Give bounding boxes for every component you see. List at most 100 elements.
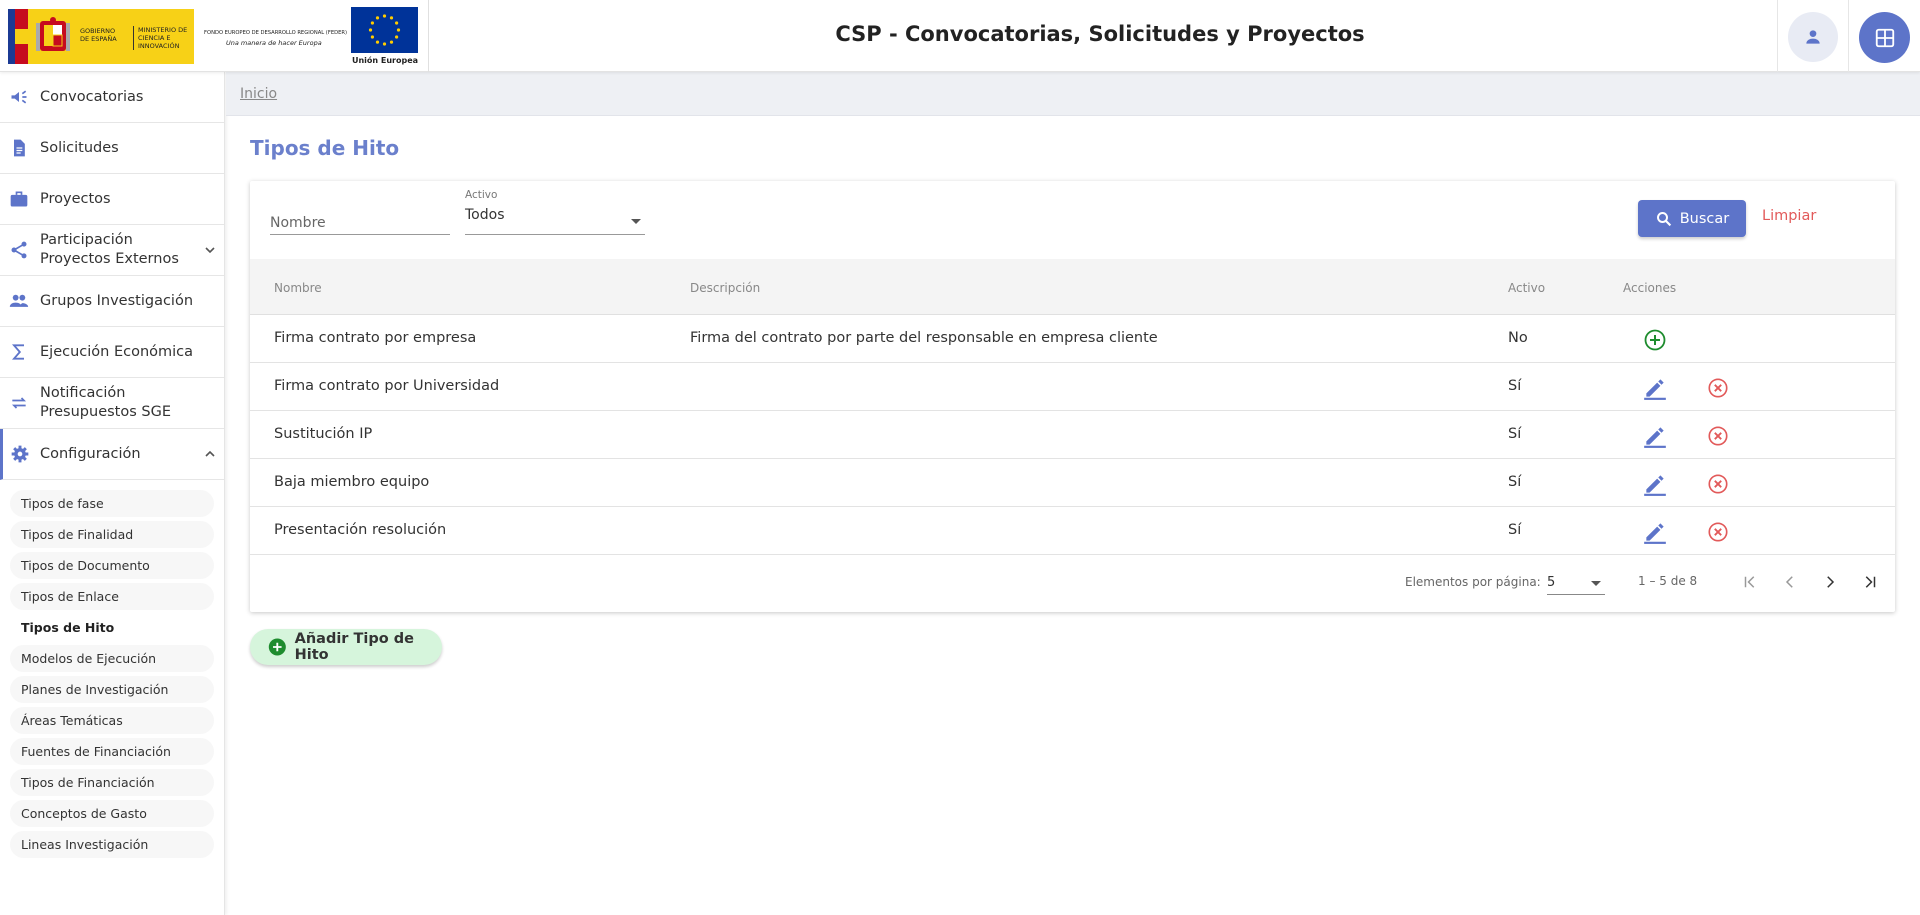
submenu-item-tipos-hito[interactable]: Tipos de Hito [10,614,214,641]
gear-icon [11,445,29,463]
apps-menu-button[interactable] [1859,12,1910,63]
pencil-icon [1644,523,1666,544]
briefcase-icon [10,191,28,207]
add-circle-icon [268,638,286,656]
sidebar-item-participacion[interactable]: Participación Proyectos Externos [0,225,224,276]
page-range-label: 1 – 5 de 8 [1638,574,1698,588]
first-page-icon [1744,576,1755,588]
next-page-button[interactable] [1816,567,1844,597]
sidebar-item-label: Proyectos [40,191,111,207]
sidebar-item-ejecucion[interactable]: Ejecución Económica [0,327,224,378]
feder-line-1: FONDO EUROPEO DE DESARROLLO REGIONAL (FE… [204,30,347,36]
feder-line-2: Una manera de hacer Europa [226,39,322,47]
last-page-icon [1865,576,1876,588]
sidebar-item-notificacion[interactable]: Notificación Presupuestos SGE [0,378,224,429]
pencil-icon [1644,475,1666,496]
items-per-page-label: Elementos por página: [1405,575,1541,589]
user-menu-button[interactable] [1788,12,1838,62]
cell-activo: No [1508,330,1528,346]
eu-flag-icon [351,7,418,53]
gobierno-text: GOBIERNO DE ESPAÑA [80,27,117,43]
edit-button[interactable] [1642,375,1668,401]
submenu-item-conceptos-gasto[interactable]: Conceptos de Gasto [10,800,214,827]
submenu-item-modelos-ejecucion[interactable]: Modelos de Ejecución [10,645,214,672]
page-size-value: 5 [1547,575,1556,590]
coat-of-arms-icon [36,17,70,51]
edit-button[interactable] [1642,423,1668,449]
sidebar-item-grupos[interactable]: Grupos Investigación [0,276,224,327]
cell-nombre: Baja miembro equipo [274,474,430,490]
deactivate-button[interactable] [1705,375,1731,401]
sidebar-item-label: Notificación Presupuestos SGE [40,385,171,420]
sidebar-item-label: Convocatorias [40,89,144,105]
breadcrumb-inicio[interactable]: Inicio [240,86,277,102]
cell-activo: Sí [1508,426,1522,442]
submenu-item-areas-tematicas[interactable]: Áreas Temáticas [10,707,214,734]
spain-flag-icon [8,9,28,64]
limpiar-button[interactable]: Limpiar [1762,208,1816,224]
page-size-select[interactable]: 5 [1547,571,1605,595]
app-title: CSP - Convocatorias, Solicitudes y Proye… [835,22,1365,46]
share-icon [11,241,27,259]
sidebar-item-solicitudes[interactable]: Solicitudes [0,123,224,174]
sidebar-item-configuracion[interactable]: Configuración [0,429,224,480]
cell-descripcion: Firma del contrato por parte del respons… [690,330,1158,346]
results-card: Activo Todos Buscar Limpiar Nombre Descr… [250,181,1895,612]
search-icon [1656,211,1671,226]
feder-logo: FONDO EUROPEO DE DESARROLLO REGIONAL (FE… [204,30,347,47]
nombre-input[interactable] [270,205,450,231]
cancel-circle-icon [1708,522,1728,542]
sidebar: Convocatorias Solicitudes Proyectos Part… [0,72,225,915]
cell-activo: Sí [1508,522,1522,538]
submenu-item-tipos-documento[interactable]: Tipos de Documento [10,552,214,579]
header-separator [1777,0,1778,72]
table-row: Firma contrato por Universidad Sí [250,363,1895,411]
cell-activo: Sí [1508,378,1522,394]
page-title: Tipos de Hito [250,136,400,160]
eu-label: Unión Europea [351,56,419,65]
deactivate-button[interactable] [1705,471,1731,497]
deactivate-button[interactable] [1705,519,1731,545]
buscar-button[interactable]: Buscar [1638,200,1746,237]
megaphone-icon [11,90,27,104]
breadcrumb-bar: Inicio [226,72,1920,116]
add-button-label: Añadir Tipo de Hito [294,631,414,663]
table-row: Baja miembro equipo Sí [250,459,1895,507]
app-header: GOBIERNO DE ESPAÑA MINISTERIO DE CIENCIA… [0,0,1920,72]
submenu-item-planes-investigacion[interactable]: Planes de Investigación [10,676,214,703]
activo-label: Activo [465,189,498,201]
sidebar-item-label: Configuración [40,446,141,462]
deactivate-button[interactable] [1705,423,1731,449]
chevron-up-icon [205,450,215,457]
edit-button[interactable] [1642,519,1668,545]
sigma-icon [11,344,24,360]
header-divider [428,0,429,72]
chevron-down-icon [205,247,215,254]
submenu-item-lineas-investigacion[interactable]: Lineas Investigación [10,831,214,858]
submenu-item-tipos-finalidad[interactable]: Tipos de Finalidad [10,521,214,548]
pencil-icon [1644,379,1666,400]
previous-page-button[interactable] [1776,567,1804,597]
person-icon [1806,30,1820,44]
last-page-button[interactable] [1856,567,1884,597]
column-header-activo[interactable]: Activo [1508,281,1545,295]
dropdown-arrow-icon [1591,581,1601,586]
sidebar-item-convocatorias[interactable]: Convocatorias [0,72,224,123]
activo-select[interactable]: Activo Todos [465,189,645,235]
reactivate-button[interactable] [1642,327,1668,353]
column-header-descripcion[interactable]: Descripción [690,281,760,295]
edit-button[interactable] [1642,471,1668,497]
add-tipo-hito-button[interactable]: Añadir Tipo de Hito [250,629,442,665]
submenu-item-tipos-enlace[interactable]: Tipos de Enlace [10,583,214,610]
first-page-button[interactable] [1736,567,1764,597]
nombre-field [270,205,450,235]
column-header-nombre[interactable]: Nombre [274,281,322,295]
submenu-item-tipos-financiacion[interactable]: Tipos de Financiación [10,769,214,796]
table-row: Presentación resolución Sí [250,507,1895,555]
submenu-item-fuentes-financiacion[interactable]: Fuentes de Financiación [10,738,214,765]
submenu-item-tipos-fase[interactable]: Tipos de fase [10,490,214,517]
sidebar-item-proyectos[interactable]: Proyectos [0,174,224,225]
pencil-icon [1644,427,1666,448]
sidebar-item-label: Solicitudes [40,140,119,156]
table-header: Nombre Descripción Activo Acciones [250,259,1895,315]
